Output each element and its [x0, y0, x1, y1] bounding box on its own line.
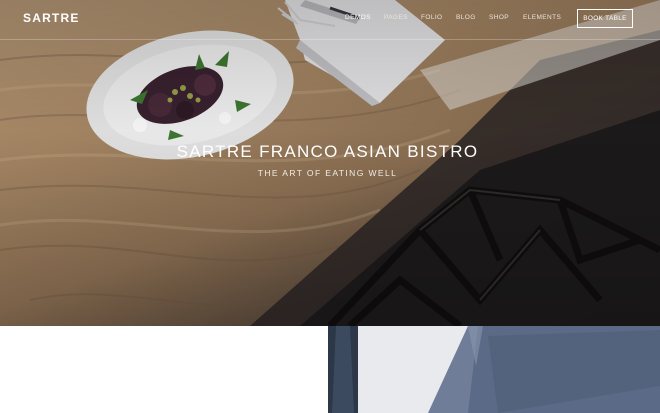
apron-image	[328, 326, 660, 413]
site-logo[interactable]: SARTRE	[23, 11, 80, 25]
nav-item-shop[interactable]: SHOP	[489, 14, 509, 21]
nav-item-pages[interactable]: PAGES	[384, 14, 408, 21]
hero-overlay	[0, 0, 660, 326]
book-table-button[interactable]: BOOK TABLE	[577, 9, 633, 28]
hero-section: SARTRE DEMOS PAGES FOLIO BLOG SHOP ELEME…	[0, 0, 660, 326]
nav-item-demos[interactable]: DEMOS	[345, 14, 371, 21]
nav-item-elements[interactable]: ELEMENTS	[523, 14, 561, 21]
site-header: SARTRE DEMOS PAGES FOLIO BLOG SHOP ELEME…	[0, 0, 660, 40]
nav-item-blog[interactable]: BLOG	[456, 14, 476, 21]
hero-title: SARTRE FRANCO ASIAN BISTRO	[176, 142, 479, 161]
content-section-left	[0, 326, 328, 413]
nav-item-folio[interactable]: FOLIO	[421, 14, 443, 21]
content-image-apron	[328, 326, 660, 413]
hero-subtitle: THE ART OF EATING WELL	[257, 168, 398, 178]
